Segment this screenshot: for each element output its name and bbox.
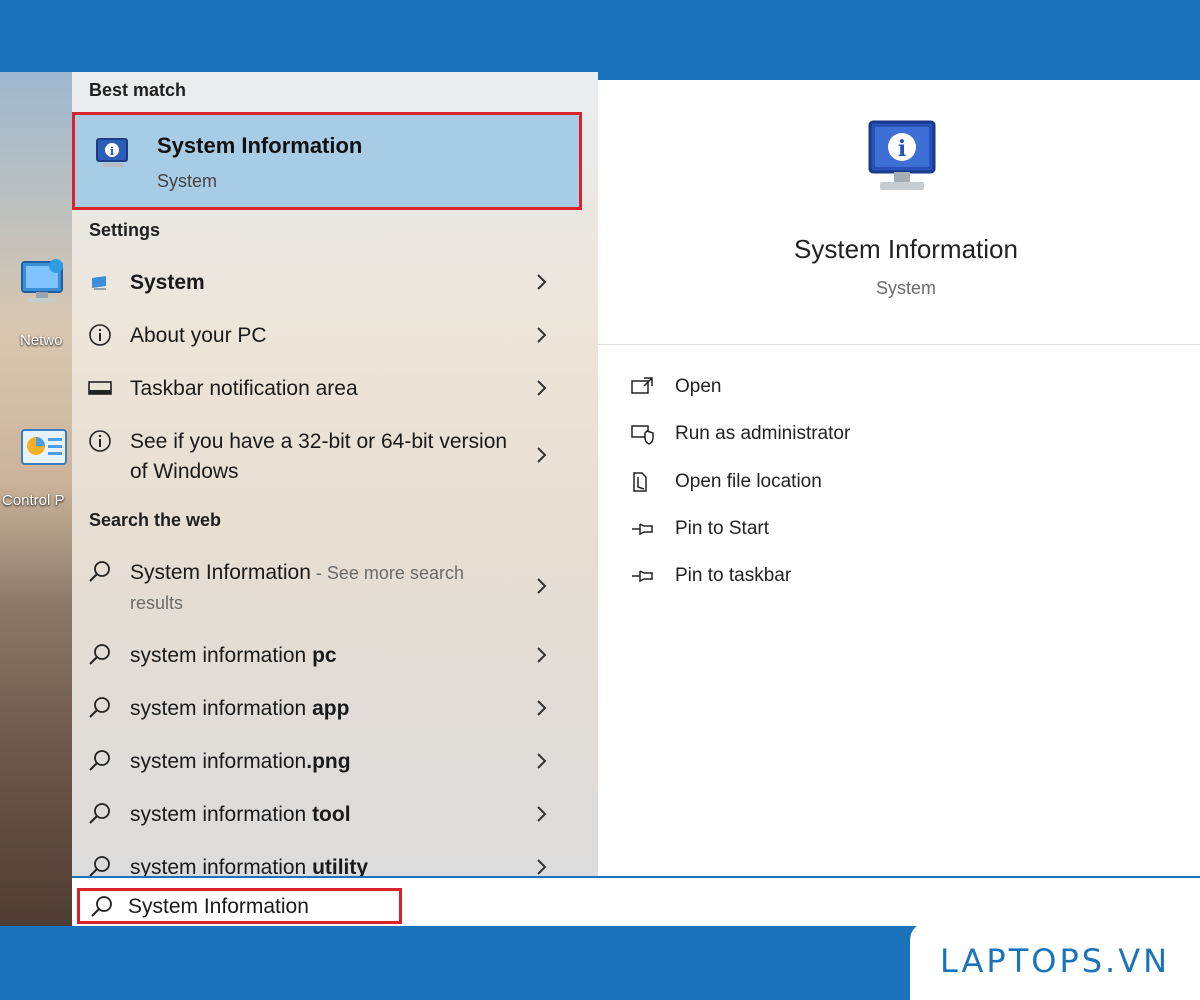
web-result-app[interactable]: system information app [72, 684, 598, 730]
best-match-title: System Information [157, 133, 363, 158]
web-result-bold: pc [312, 644, 337, 667]
web-result-main: system information [130, 856, 313, 876]
web-result-label: System Information - See more search res… [130, 558, 510, 618]
preview-divider [598, 344, 1200, 345]
system-display-icon [88, 270, 112, 294]
control-panel-icon[interactable] [18, 426, 68, 482]
network-icon[interactable] [18, 258, 68, 314]
web-result-label: system information tool [130, 800, 351, 830]
open-icon [630, 376, 656, 398]
svg-text:i: i [110, 145, 114, 158]
web-result-label: system information utility [130, 853, 368, 876]
settings-item-label: See if you have a 32-bit or 64-bit versi… [130, 430, 508, 483]
system-information-icon: i [868, 120, 938, 198]
system-information-icon: i [95, 135, 131, 171]
pin-icon [630, 518, 656, 540]
chevron-right-icon[interactable] [534, 749, 550, 773]
chevron-right-icon[interactable] [534, 696, 550, 720]
action-label: Pin to Start [675, 518, 769, 539]
web-result-main: system information [130, 803, 313, 826]
search-icon [88, 802, 112, 826]
control-panel-label: Control P [2, 492, 65, 509]
web-result-bold: app [312, 697, 350, 720]
web-result-main: system information [130, 750, 307, 773]
settings-item-bitness[interactable]: See if you have a 32-bit or 64-bit versi… [72, 417, 598, 493]
web-result-png[interactable]: system information.png [72, 737, 598, 783]
chevron-right-icon[interactable] [534, 855, 550, 876]
action-label: Open [675, 376, 722, 397]
action-open[interactable]: Open [630, 370, 1030, 406]
chevron-right-icon[interactable] [534, 376, 550, 400]
search-input[interactable] [128, 893, 398, 921]
web-result-main: system information [130, 644, 313, 667]
search-icon [90, 895, 114, 919]
chevron-right-icon[interactable] [534, 323, 550, 347]
svg-text:i: i [898, 136, 906, 162]
preview-subtitle: System [875, 278, 936, 298]
info-icon [88, 323, 112, 347]
web-result-label: system information app [130, 694, 349, 724]
action-label: Run as administrator [675, 423, 851, 444]
chevron-right-icon[interactable] [534, 802, 550, 826]
desktop-background: Netwo Control P [0, 72, 72, 926]
web-result-tool[interactable]: system information tool [72, 790, 598, 836]
web-result-pc[interactable]: system information pc [72, 631, 598, 677]
action-pin-to-start[interactable]: Pin to Start [630, 512, 1030, 548]
search-icon [88, 855, 112, 876]
search-icon [88, 749, 112, 773]
chevron-right-icon[interactable] [534, 574, 550, 598]
chevron-right-icon[interactable] [534, 270, 550, 294]
preview-title: System Information [794, 234, 1018, 264]
settings-item-label: Taskbar notification area [130, 377, 358, 400]
web-result-see-more[interactable]: System Information - See more search res… [72, 548, 598, 624]
settings-item-label: About your PC [130, 324, 267, 347]
run-as-admin-icon [630, 423, 656, 445]
taskbar-icon [88, 376, 112, 400]
action-open-file-location[interactable]: Open file location [630, 465, 1030, 501]
web-result-main: system information [130, 697, 313, 720]
action-label: Open file location [675, 471, 822, 492]
action-label: Pin to taskbar [675, 565, 792, 586]
chevron-right-icon[interactable] [534, 443, 550, 467]
pin-icon [630, 565, 656, 587]
web-result-bold: utility [312, 856, 369, 876]
web-result-main: System Information [130, 561, 311, 584]
settings-item-about-pc[interactable]: About your PC [72, 311, 598, 357]
search-icon [88, 560, 112, 584]
info-icon [88, 429, 112, 453]
network-label: Netwo [20, 332, 63, 349]
search-icon [88, 696, 112, 720]
search-box[interactable] [77, 888, 402, 924]
settings-item-system[interactable]: System [72, 258, 598, 304]
search-icon [88, 643, 112, 667]
web-result-bold: tool [312, 803, 351, 826]
settings-item-taskbar[interactable]: Taskbar notification area [72, 364, 598, 410]
search-results-panel: Best match i System Information System S… [72, 72, 598, 876]
web-result-label: system information pc [130, 641, 337, 671]
preview-panel: i System Information System Open Run as … [598, 80, 1200, 876]
brand-logo: LAPTOPS.VN [939, 942, 1171, 980]
web-result-bold: .png [306, 750, 351, 773]
taskbar-search-bar [72, 876, 1200, 926]
action-pin-to-taskbar[interactable]: Pin to taskbar [630, 559, 1030, 595]
settings-item-label: System [130, 271, 205, 294]
best-match-subtitle: System [157, 171, 218, 191]
brand-logo-badge: LAPTOPS.VN [910, 922, 1200, 1000]
chevron-right-icon[interactable] [534, 643, 550, 667]
settings-heading: Settings [89, 220, 161, 240]
best-match-result[interactable]: i System Information System [72, 112, 582, 210]
best-match-heading: Best match [89, 80, 187, 100]
action-run-as-admin[interactable]: Run as administrator [630, 417, 1030, 453]
file-location-icon [630, 471, 656, 493]
search-web-heading: Search the web [89, 510, 222, 530]
web-result-label: system information.png [130, 747, 351, 777]
frame-top [0, 0, 1200, 72]
web-result-utility[interactable]: system information utility [72, 843, 598, 876]
